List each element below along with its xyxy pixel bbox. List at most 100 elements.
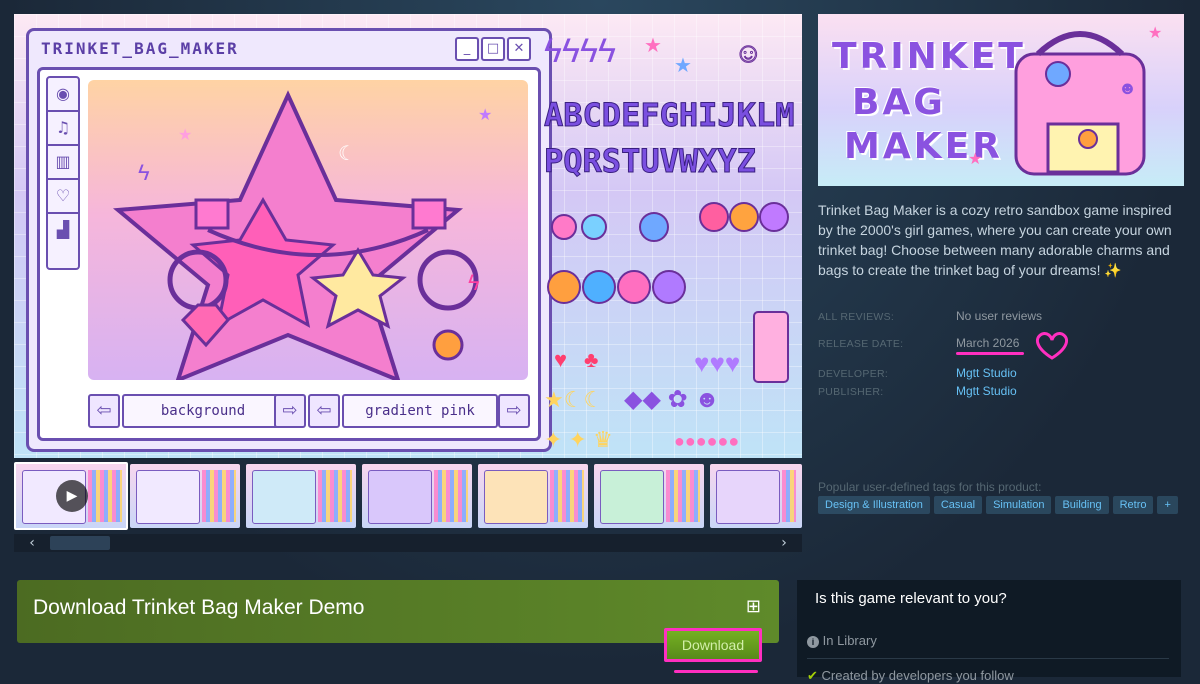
sticker-panel: ϟϟϟϟ ★ ★ ☺ ABCDEFGHIJKLMNO PQRSTUVWXYZ ♥… xyxy=(544,22,803,452)
letters-row-2: PQRSTUVWXYZ xyxy=(544,142,756,180)
thumb-charms xyxy=(202,470,236,522)
svg-text:★: ★ xyxy=(478,107,492,124)
svg-text:♥: ♥ xyxy=(554,347,567,372)
svg-text:★: ★ xyxy=(968,151,982,168)
maximize-icon: □ xyxy=(481,37,505,61)
svg-text:ϟ: ϟ xyxy=(468,270,480,295)
tag-design-illustration[interactable]: Design & Illustration xyxy=(818,496,930,514)
in-library-row: i In Library xyxy=(807,633,877,648)
svg-text:★: ★ xyxy=(674,55,692,77)
window-title: TRINKET_BAG_MAKER xyxy=(41,39,239,58)
thumbnail[interactable] xyxy=(130,464,240,528)
svg-text:ϟ: ϟ xyxy=(138,160,150,185)
main-screenshot[interactable]: TRINKET_BAG_MAKER _ □ ✕ ◉ ♫ ▥ ♡ ▟ ☾ ★ ★ … xyxy=(14,14,802,458)
developer-label: DEVELOPER: xyxy=(818,368,889,380)
windows-icon: ⊞ xyxy=(745,596,761,617)
publisher-label: PUBLISHER: xyxy=(818,386,884,398)
thumb-window xyxy=(484,470,548,524)
thumb-charms xyxy=(434,470,468,522)
svg-text:●●●●●●: ●●●●●● xyxy=(674,431,739,451)
close-icon: ✕ xyxy=(507,37,531,61)
in-library-label: In Library xyxy=(822,633,877,648)
scrollbar-thumb[interactable] xyxy=(50,536,110,550)
color-prev-arrow[interactable]: ⇦ xyxy=(308,394,340,428)
color-selector[interactable]: gradient pink xyxy=(342,394,498,428)
background-selector[interactable]: background xyxy=(122,394,284,428)
trash-icon: ▥ xyxy=(48,146,78,180)
highlight-underline xyxy=(956,352,1024,355)
svg-text:☾: ☾ xyxy=(338,143,356,165)
thumbnail[interactable] xyxy=(710,464,802,528)
svg-text:★: ★ xyxy=(178,127,192,144)
scroll-left-icon[interactable]: ‹ xyxy=(14,534,50,552)
release-date-label: RELEASE DATE: xyxy=(818,338,904,350)
tag-retro[interactable]: Retro xyxy=(1112,496,1154,514)
thumb-charms xyxy=(88,470,122,522)
bg-prev-arrow[interactable]: ⇦ xyxy=(88,394,120,428)
thumbnail[interactable] xyxy=(246,464,356,528)
svg-text:☺: ☺ xyxy=(734,37,763,68)
thumb-charms xyxy=(782,470,796,522)
camera-icon: ◉ xyxy=(48,78,78,112)
all-reviews-value: No user reviews xyxy=(956,309,1043,323)
heart-doodle-icon xyxy=(1035,332,1069,360)
tag-more-button[interactable]: + xyxy=(1157,496,1178,514)
publisher-link[interactable]: Mgtt Studio xyxy=(956,384,1017,398)
header-capsule-image: TRINKET BAG MAKER ☻ ★ ★ xyxy=(818,14,1184,186)
developer-link[interactable]: Mgtt Studio xyxy=(956,366,1017,380)
svg-text:♣: ♣ xyxy=(584,347,598,372)
color-next-arrow[interactable]: ⇨ xyxy=(498,394,530,428)
relevance-title: Is this game relevant to you? xyxy=(815,590,1007,607)
info-icon: i xyxy=(807,636,819,648)
relevance-panel: Is this game relevant to you? i In Libra… xyxy=(797,580,1181,683)
thumbnail[interactable] xyxy=(594,464,704,528)
stairs-icon: ▟ xyxy=(56,220,70,239)
divider xyxy=(807,658,1169,659)
thumbnail-scrollbar[interactable]: ‹ › xyxy=(14,534,802,552)
music-icon: ♫ xyxy=(48,112,78,146)
game-window: TRINKET_BAG_MAKER _ □ ✕ ◉ ♫ ▥ ♡ ▟ ☾ ★ ★ … xyxy=(26,28,552,452)
tag-casual[interactable]: Casual xyxy=(933,496,983,514)
play-icon[interactable]: ▶ xyxy=(56,480,88,512)
svg-text:☻: ☻ xyxy=(1118,78,1137,98)
svg-text:★☾☾: ★☾☾ xyxy=(544,387,603,412)
thumbnail-strip: ▶ xyxy=(14,462,802,530)
window-content: ◉ ♫ ▥ ♡ ▟ ☾ ★ ★ ϟ ϟ ⇦ background ⇨ ⇦ gra… xyxy=(37,67,541,441)
svg-text:◆◆ ✿ ☻: ◆◆ ✿ ☻ xyxy=(624,386,720,413)
star-bag-illustration: ☾ ★ ★ ϟ ϟ xyxy=(112,90,492,380)
heart-icon: ♡ xyxy=(48,180,78,214)
platform-icons: ⊞ xyxy=(746,596,761,617)
demo-title: Download Trinket Bag Maker Demo xyxy=(33,596,365,619)
thumbnail[interactable] xyxy=(362,464,472,528)
download-button[interactable]: Download xyxy=(664,628,762,662)
download-underline xyxy=(674,670,758,673)
thumb-window xyxy=(136,470,200,524)
letters-row-1: ABCDEFGHIJKLMNO xyxy=(544,96,794,134)
svg-text:★: ★ xyxy=(644,35,662,57)
tags-list: Design & Illustration Casual Simulation … xyxy=(818,496,1178,514)
thumb-window xyxy=(600,470,664,524)
bag-icon: ☻ ★ ★ xyxy=(968,25,1162,176)
svg-text:✦ ✦ ♛: ✦ ✦ ♛ xyxy=(544,427,613,452)
scroll-right-icon[interactable]: › xyxy=(766,534,802,552)
thumb-charms xyxy=(318,470,352,522)
svg-text:★: ★ xyxy=(1148,25,1162,42)
bg-next-arrow[interactable]: ⇨ xyxy=(274,394,306,428)
svg-text:ϟϟϟϟ: ϟϟϟϟ xyxy=(544,32,616,70)
charms-illustration: ϟϟϟϟ ★ ★ ☺ ABCDEFGHIJKLMNO PQRSTUVWXYZ ♥… xyxy=(544,32,803,452)
svg-text:♥♥♥: ♥♥♥ xyxy=(694,348,740,378)
thumb-charms xyxy=(550,470,584,522)
game-description: Trinket Bag Maker is a cozy retro sandbo… xyxy=(818,202,1172,278)
developers-follow-row: ✔ Created by developers you follow xyxy=(807,668,1014,684)
all-reviews-label: ALL REVIEWS: xyxy=(818,311,895,323)
tool-column: ◉ ♫ ▥ ♡ ▟ xyxy=(46,76,80,270)
thumb-window xyxy=(368,470,432,524)
tags-label: Popular user-defined tags for this produ… xyxy=(818,480,1042,494)
tag-simulation[interactable]: Simulation xyxy=(986,496,1052,514)
thumb-window xyxy=(716,470,780,524)
thumbnail[interactable] xyxy=(478,464,588,528)
tag-building[interactable]: Building xyxy=(1055,496,1109,514)
thumb-window xyxy=(252,470,316,524)
release-date-value: March 2026 xyxy=(956,336,1020,350)
thumbnail-video[interactable]: ▶ xyxy=(14,462,128,530)
